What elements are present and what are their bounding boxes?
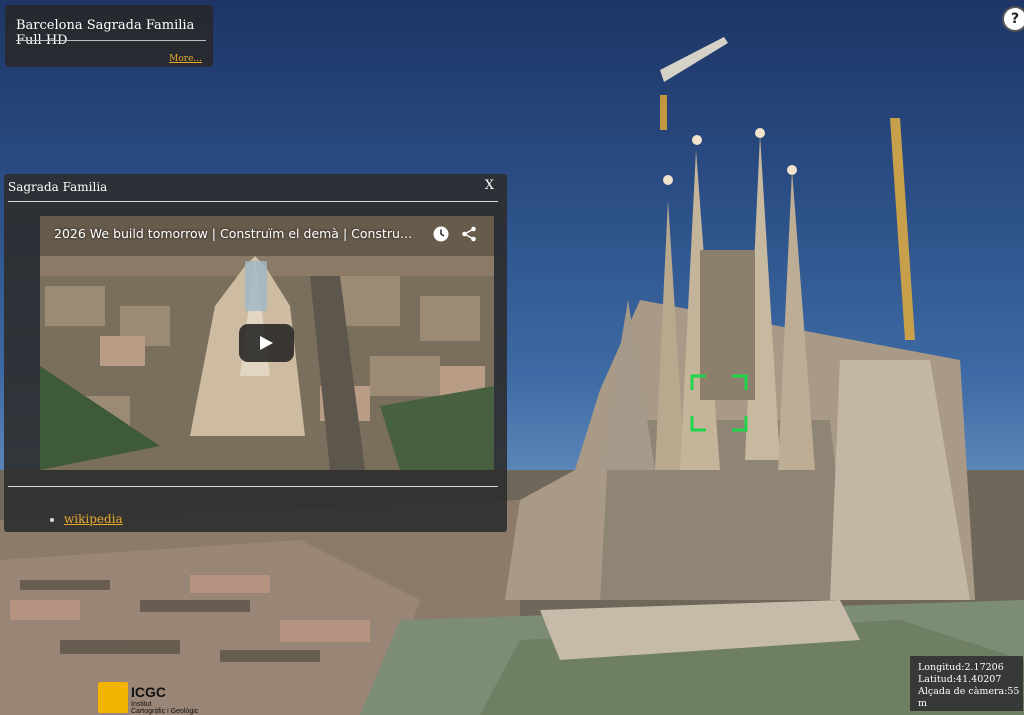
coordinates-panel: Longitud:2.17206 Latitud:41.40207 Alçada…: [910, 656, 1023, 711]
help-button[interactable]: ?: [1004, 8, 1024, 30]
play-icon: [260, 336, 273, 350]
title-panel: Barcelona Sagrada Familia Full HD More..…: [5, 5, 213, 67]
link-list: wikipedia: [24, 512, 123, 526]
logo-name: ICGC: [131, 684, 166, 700]
model-title: Barcelona Sagrada Familia Full HD: [16, 18, 195, 48]
info-popup: Sagrada Familia X 2026 We build tomorrow: [4, 174, 507, 532]
more-link[interactable]: More...: [169, 54, 202, 64]
logo-mark-icon: [98, 682, 128, 713]
list-item: wikipedia: [64, 512, 123, 526]
divider: [8, 201, 498, 202]
wikipedia-link[interactable]: wikipedia: [64, 512, 123, 526]
logo-subtitle-line: Cartogràfic i Geològic: [131, 708, 199, 715]
icgc-logo[interactable]: ICGC Institut Cartogràfic i Geològic: [98, 680, 208, 715]
share-icon[interactable]: [461, 226, 477, 242]
camera-altitude-readout: Alçada de càmera:55 m: [918, 686, 1020, 709]
latitude-readout: Latitud:41.40207: [918, 674, 1002, 685]
play-button[interactable]: [239, 324, 294, 362]
divider: [16, 40, 206, 41]
popup-title: Sagrada Familia: [8, 180, 108, 194]
logo-subtitle: Institut Cartogràfic i Geològic: [131, 701, 198, 715]
longitude-readout: Longitud:2.17206: [918, 662, 1004, 673]
close-button[interactable]: X: [485, 178, 494, 193]
logo-subtitle-line: Institut: [131, 701, 152, 708]
video-title: 2026 We build tomorrow | Construïm el de…: [54, 226, 414, 241]
watch-later-icon[interactable]: [433, 226, 449, 242]
target-reticle-icon: [690, 374, 748, 432]
divider: [8, 486, 498, 487]
video-embed[interactable]: 2026 We build tomorrow | Construïm el de…: [40, 216, 494, 470]
